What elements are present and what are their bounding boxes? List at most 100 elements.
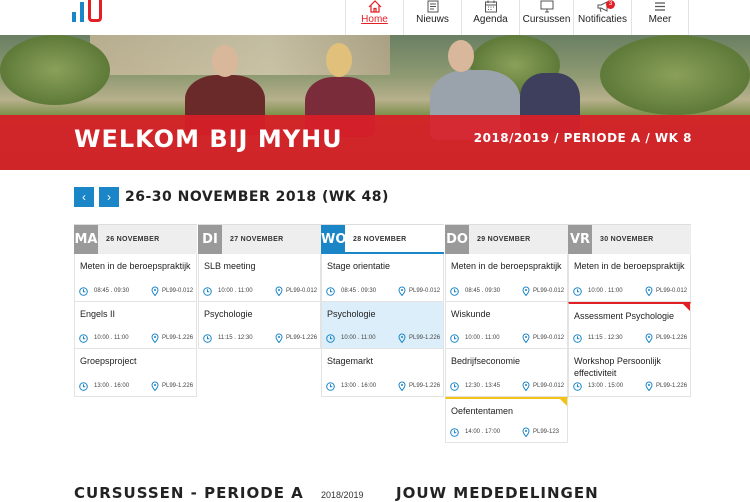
event-room: PL99-0.012 — [286, 288, 318, 294]
event-room: PL99-0.012 — [162, 288, 194, 294]
clock-icon — [326, 333, 335, 343]
event-time: 10:00 . 11:00 — [341, 335, 376, 341]
event-time: 10:00 . 11:00 — [94, 335, 129, 341]
day-column-ma: MA 26 NOVEMBER Meten in de beroepsprakti… — [74, 224, 197, 397]
nav-meer[interactable]: Meer — [632, 0, 689, 35]
event-time: 13:00 . 15:00 — [588, 383, 624, 389]
day-date: 29 NOVEMBER — [477, 236, 531, 243]
hero-student-head — [326, 43, 352, 77]
event-title: Psychologie — [204, 309, 253, 319]
location-pin-icon — [522, 427, 530, 437]
hero-student-head — [212, 45, 238, 77]
location-pin-icon — [522, 381, 530, 391]
clock-icon — [326, 381, 335, 391]
event-room: PL99-123 — [533, 429, 560, 435]
event-meta: 14:00 . 17:00 PL99-123 — [450, 427, 559, 437]
event-title: Wiskunde — [451, 309, 491, 319]
nav-notificaties[interactable]: 3 Notificaties — [574, 0, 632, 35]
clock-icon — [573, 381, 582, 391]
calendar-event[interactable]: Stage orientatie 08:45 . 09:30 PL99-0.01… — [321, 254, 444, 302]
hu-logo[interactable] — [72, 0, 106, 24]
event-time: 10:00 . 11:00 — [588, 288, 623, 294]
menu-icon — [655, 2, 665, 11]
clock-icon — [450, 286, 459, 296]
clock-icon — [450, 333, 459, 343]
location-pin-icon — [151, 381, 159, 391]
event-time: 11:15 . 12:30 — [218, 335, 253, 341]
event-room: PL99-0.012 — [533, 288, 565, 294]
calendar-event[interactable]: Meten in de beroepspraktijk 10:00 . 11:0… — [568, 254, 691, 302]
nav-agenda[interactable]: Agenda — [462, 0, 520, 35]
event-time: 14:00 . 17:00 — [465, 429, 501, 435]
day-header: WO 28 NOVEMBER — [321, 224, 444, 255]
calendar-event-assessment[interactable]: Assessment Psychologie 11:15 . 12:30 PL9… — [568, 302, 691, 349]
nav-cursussen[interactable]: Cursussen — [520, 0, 574, 35]
clock-icon — [79, 286, 88, 296]
calendar-event[interactable]: SLB meeting 10:00 . 11:00 PL99-0.012 — [198, 254, 321, 302]
event-time: 11:15 . 12:30 — [588, 335, 623, 341]
page-title: WELKOM BIJ MYHU — [74, 125, 343, 153]
calendar-event[interactable]: Engels II 10:00 . 11:00 PL99-1.226 — [74, 302, 197, 349]
day-header: DI 27 NOVEMBER — [198, 224, 321, 255]
clock-icon — [79, 381, 88, 391]
nav-label: Meer — [648, 14, 672, 25]
monitor-icon — [540, 0, 553, 13]
home-icon — [368, 0, 381, 13]
event-title: Oefententamen — [451, 406, 514, 416]
welcome-banner: WELKOM BIJ MYHU 2018/2019 / PERIODE A / … — [0, 115, 750, 170]
clock-icon — [326, 286, 335, 296]
location-pin-icon — [275, 286, 283, 296]
event-title: Meten in de beroepspraktijk — [574, 261, 685, 271]
calendar-event[interactable]: Meten in de beroepspraktijk 08:45 . 09:3… — [445, 254, 568, 302]
day-abbreviation: WO — [321, 225, 346, 255]
day-column-wo: WO 28 NOVEMBER Stage orientatie 08:45 . … — [321, 224, 444, 397]
event-room: PL99-0.012 — [533, 335, 565, 341]
day-date: 26 NOVEMBER — [106, 236, 160, 243]
day-column-di: DI 27 NOVEMBER SLB meeting 10:00 . 11:00… — [198, 224, 321, 349]
calendar-event-current[interactable]: Psychologie 10:00 . 11:00 PL99-1.226 — [321, 302, 444, 349]
event-room: PL99-0.012 — [656, 288, 688, 294]
week-calendar: MA 26 NOVEMBER Meten in de beroepsprakti… — [74, 224, 692, 443]
calendar-event[interactable]: Groepsproject 13:00 . 16:00 PL99-1.226 — [74, 349, 197, 397]
event-room: PL99-1.226 — [656, 335, 688, 341]
logo-bar — [80, 2, 84, 22]
logo-bar — [72, 12, 76, 22]
event-room: PL99-1.226 — [409, 383, 441, 389]
event-meta: 10:00 . 11:00 PL99-0.012 — [203, 286, 317, 296]
previous-week-button[interactable]: ‹ — [74, 187, 94, 207]
calendar-event[interactable]: Bedrijfseconomie 12:30 . 13:45 PL99-0.01… — [445, 349, 568, 397]
news-icon — [427, 0, 438, 13]
event-room: PL99-1.226 — [656, 383, 688, 389]
day-header: DO 29 NOVEMBER — [445, 224, 568, 255]
nav-label: Home — [361, 14, 388, 25]
day-date: 28 NOVEMBER — [353, 236, 407, 243]
clock-icon — [203, 286, 212, 296]
nav-nieuws[interactable]: Nieuws — [404, 0, 462, 35]
calendar-event[interactable]: Meten in de beroepspraktijk 08:45 . 09:3… — [74, 254, 197, 302]
location-pin-icon — [645, 381, 653, 391]
calendar-event[interactable]: Workshop Persoonlijk effectiviteit 13:00… — [568, 349, 691, 397]
event-title: Psychologie — [327, 309, 376, 319]
location-pin-icon — [522, 286, 530, 296]
calendar-event[interactable]: Psychologie 11:15 . 12:30 PL99-1.226 — [198, 302, 321, 349]
event-meta: 10:00 . 11:00 PL99-1.226 — [79, 333, 193, 343]
nav-home[interactable]: Home — [346, 0, 404, 35]
event-room: PL99-1.226 — [162, 383, 194, 389]
event-room: PL99-0.012 — [533, 383, 565, 389]
event-meta: 13:00 . 16:00 PL99-1.226 — [326, 381, 440, 391]
calendar-event[interactable]: Wiskunde 10:00 . 11:00 PL99-0.012 — [445, 302, 568, 349]
courses-section-title: CURSUSSEN - PERIODE A — [74, 484, 304, 502]
event-time: 08:45 . 09:30 — [341, 288, 377, 294]
calendar-event-exam[interactable]: Oefententamen 14:00 . 17:00 PL99-123 — [445, 397, 568, 443]
event-time: 10:00 . 11:00 — [218, 288, 253, 294]
location-pin-icon — [151, 333, 159, 343]
calendar-icon — [484, 0, 497, 13]
event-title: Stagemarkt — [327, 356, 374, 366]
next-week-button[interactable]: › — [99, 187, 119, 207]
event-time: 13:00 . 16:00 — [94, 383, 130, 389]
clock-icon — [450, 427, 459, 437]
logo-u — [88, 0, 102, 22]
notification-badge: 3 — [606, 0, 615, 9]
event-meta: 08:45 . 09:30 PL99-0.012 — [450, 286, 564, 296]
calendar-event[interactable]: Stagemarkt 13:00 . 16:00 PL99-1.226 — [321, 349, 444, 397]
